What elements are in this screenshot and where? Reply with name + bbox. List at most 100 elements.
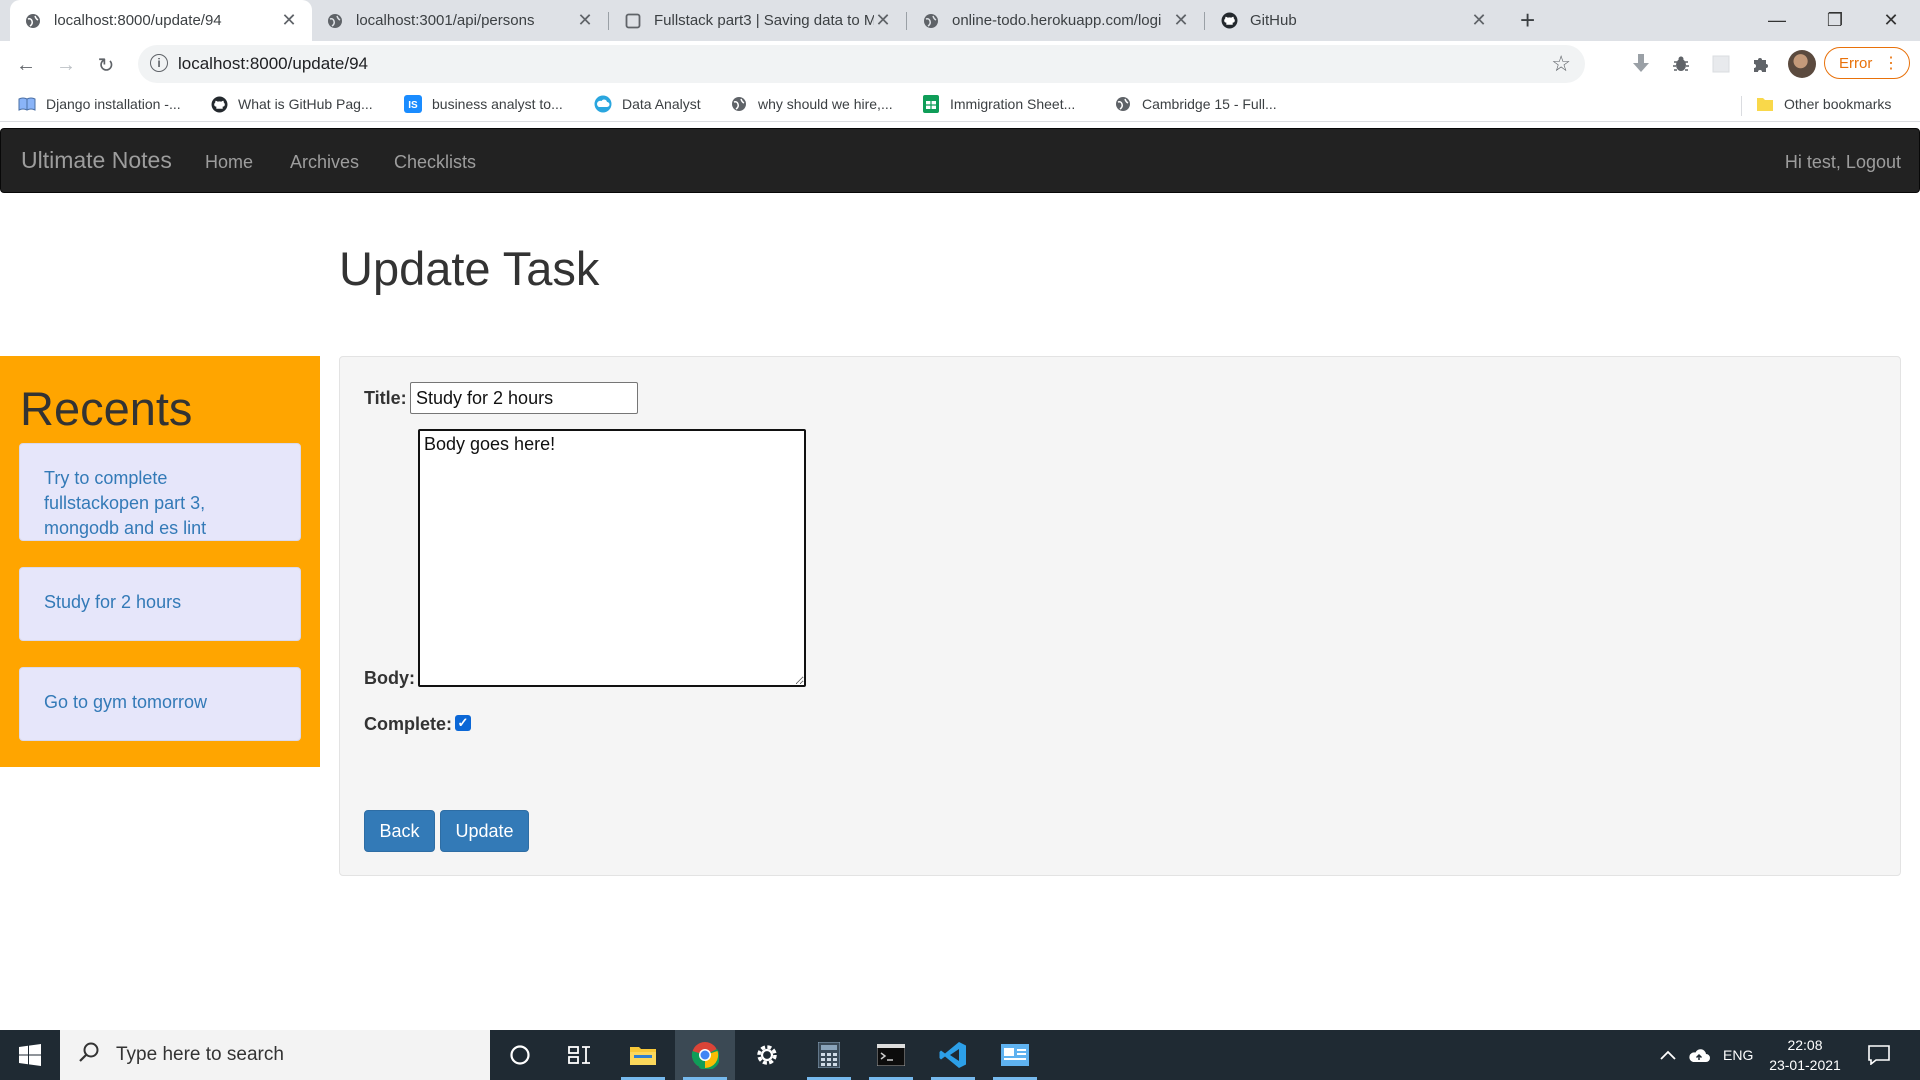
tab-update-task[interactable]: localhost:8000/update/94 ✕ <box>10 0 312 41</box>
windows-start-icon[interactable] <box>0 1030 60 1080</box>
page-title: Update Task <box>339 242 600 295</box>
tray-chevron-up-icon[interactable] <box>1660 1030 1676 1080</box>
bookmark-business-analyst[interactable]: IS business analyst to... <box>404 95 563 113</box>
bookmark-label: What is GitHub Pag... <box>238 96 373 112</box>
globe-icon <box>730 95 748 113</box>
bookmark-label: business analyst to... <box>432 96 563 112</box>
nav-home[interactable]: Home <box>205 152 253 173</box>
tab-title: Fullstack part3 | Saving data to M <box>654 12 874 29</box>
tab-api-persons[interactable]: localhost:3001/api/persons ✕ <box>312 0 608 41</box>
bookmark-why-hire[interactable]: why should we hire,... <box>730 95 893 113</box>
taskbar-search[interactable]: Type here to search <box>60 1030 490 1080</box>
new-tab-button[interactable]: + <box>1520 5 1535 35</box>
site-navbar: Ultimate Notes Home Archives Checklists … <box>0 128 1920 193</box>
bookmark-data-analyst[interactable]: Data Analyst <box>594 95 701 113</box>
language-indicator[interactable]: ENG <box>1723 1030 1753 1080</box>
recent-item-link[interactable]: Try to complete fullstackopen part 3, mo… <box>44 468 206 538</box>
recent-item[interactable]: Try to complete fullstackopen part 3, mo… <box>19 443 301 541</box>
url-text[interactable]: localhost:8000/update/94 <box>178 54 368 74</box>
recent-item-link[interactable]: Study for 2 hours <box>44 592 181 612</box>
close-window-button[interactable]: ✕ <box>1862 0 1920 41</box>
forward-arrow-icon[interactable]: → <box>52 51 80 79</box>
recents-heading: Recents <box>20 382 193 435</box>
nav-user-logout[interactable]: Hi test, Logout <box>1785 152 1901 173</box>
minimize-button[interactable]: — <box>1748 0 1806 41</box>
globe-icon <box>24 12 42 30</box>
is-icon: IS <box>404 95 422 113</box>
tab-online-todo[interactable]: online-todo.herokuapp.com/logi ✕ <box>908 0 1204 41</box>
body-textarea[interactable]: Body goes here! <box>418 429 806 687</box>
grid-extension-icon[interactable] <box>1710 53 1732 75</box>
tab-title: GitHub <box>1250 12 1297 29</box>
sheets-icon <box>922 95 940 113</box>
restore-button[interactable]: ❐ <box>1806 0 1864 41</box>
bookmark-label: why should we hire,... <box>758 96 893 112</box>
bookmark-cambridge[interactable]: Cambridge 15 - Full... <box>1114 95 1277 113</box>
update-button[interactable]: Update <box>440 810 529 852</box>
terminal-icon[interactable] <box>861 1030 921 1080</box>
cortana-icon[interactable] <box>490 1030 550 1080</box>
bookmark-label: Immigration Sheet... <box>950 96 1076 112</box>
cloud-icon <box>594 95 612 113</box>
reload-icon[interactable]: ↻ <box>92 51 120 79</box>
download-extension-icon[interactable] <box>1630 53 1652 75</box>
globe-icon <box>326 12 344 30</box>
chrome-icon[interactable] <box>675 1030 735 1080</box>
file-explorer-icon[interactable] <box>613 1030 673 1080</box>
tab-title: localhost:8000/update/94 <box>54 12 222 29</box>
tab-title: localhost:3001/api/persons <box>356 12 535 29</box>
back-arrow-icon[interactable]: ← <box>12 51 40 79</box>
folder-icon <box>1756 95 1774 113</box>
close-icon[interactable]: ✕ <box>1172 10 1190 31</box>
bookmark-label: Cambridge 15 - Full... <box>1142 96 1277 112</box>
profile-error-button[interactable]: Error ⋮ <box>1824 47 1910 79</box>
bookmark-star-icon[interactable]: ☆ <box>1551 51 1571 77</box>
outlook-app-icon[interactable] <box>985 1030 1045 1080</box>
puzzle-icon[interactable] <box>1750 53 1772 75</box>
bug-extension-icon[interactable] <box>1670 53 1692 75</box>
title-input[interactable] <box>410 382 638 414</box>
onedrive-cloud-icon[interactable] <box>1688 1030 1710 1080</box>
nav-checklists[interactable]: Checklists <box>394 152 476 173</box>
recent-item[interactable]: Go to gym tomorrow <box>19 667 301 741</box>
github-icon <box>210 95 228 113</box>
settings-gear-icon[interactable] <box>737 1030 797 1080</box>
tab-fullstack[interactable]: Fullstack part3 | Saving data to M ✕ <box>610 0 906 41</box>
error-label: Error <box>1839 54 1873 72</box>
browser-tab-strip: localhost:8000/update/94 ✕ localhost:300… <box>0 0 1920 41</box>
navbar-brand[interactable]: Ultimate Notes <box>21 147 172 174</box>
profile-avatar[interactable] <box>1788 50 1816 78</box>
vscode-icon[interactable] <box>923 1030 983 1080</box>
bookmark-django[interactable]: Django installation -... <box>18 95 181 113</box>
task-view-icon[interactable] <box>550 1030 610 1080</box>
search-placeholder: Type here to search <box>116 1044 284 1065</box>
complete-label: Complete: <box>364 714 453 734</box>
close-icon[interactable]: ✕ <box>1470 10 1488 31</box>
nav-archives[interactable]: Archives <box>290 152 359 173</box>
notification-icon[interactable] <box>1868 1030 1890 1080</box>
other-bookmarks-label: Other bookmarks <box>1784 96 1892 112</box>
info-icon[interactable]: i <box>150 54 168 72</box>
address-bar[interactable]: i localhost:8000/update/94 ☆ <box>138 45 1585 83</box>
bookmark-github-pages[interactable]: What is GitHub Pag... <box>210 95 373 113</box>
tab-separator <box>906 12 907 30</box>
bookmark-label: Django installation -... <box>46 96 181 112</box>
other-bookmarks[interactable]: Other bookmarks <box>1756 95 1891 113</box>
calculator-icon[interactable] <box>799 1030 859 1080</box>
page-viewport: Ultimate Notes Home Archives Checklists … <box>0 123 1920 1030</box>
tab-github[interactable]: GitHub ✕ <box>1206 0 1502 41</box>
complete-checkbox[interactable]: ✓ <box>455 715 471 731</box>
clock-time: 22:08 <box>1787 1037 1823 1053</box>
more-vert-icon[interactable]: ⋮ <box>1883 53 1899 73</box>
taskbar-clock[interactable]: 22:08 23-01-2021 <box>1762 1035 1848 1075</box>
back-button[interactable]: Back <box>364 810 435 852</box>
page-icon <box>624 12 642 30</box>
close-icon[interactable]: ✕ <box>874 10 892 31</box>
bookmark-label: Data Analyst <box>622 96 701 112</box>
close-icon[interactable]: ✕ <box>576 10 594 31</box>
windows-taskbar: Type here to search ENG 22:08 23-01-2021 <box>0 1030 1920 1080</box>
close-icon[interactable]: ✕ <box>280 10 298 31</box>
recent-item-link[interactable]: Go to gym tomorrow <box>44 692 207 712</box>
recent-item[interactable]: Study for 2 hours <box>19 567 301 641</box>
bookmark-immigration-sheet[interactable]: Immigration Sheet... <box>922 95 1075 113</box>
